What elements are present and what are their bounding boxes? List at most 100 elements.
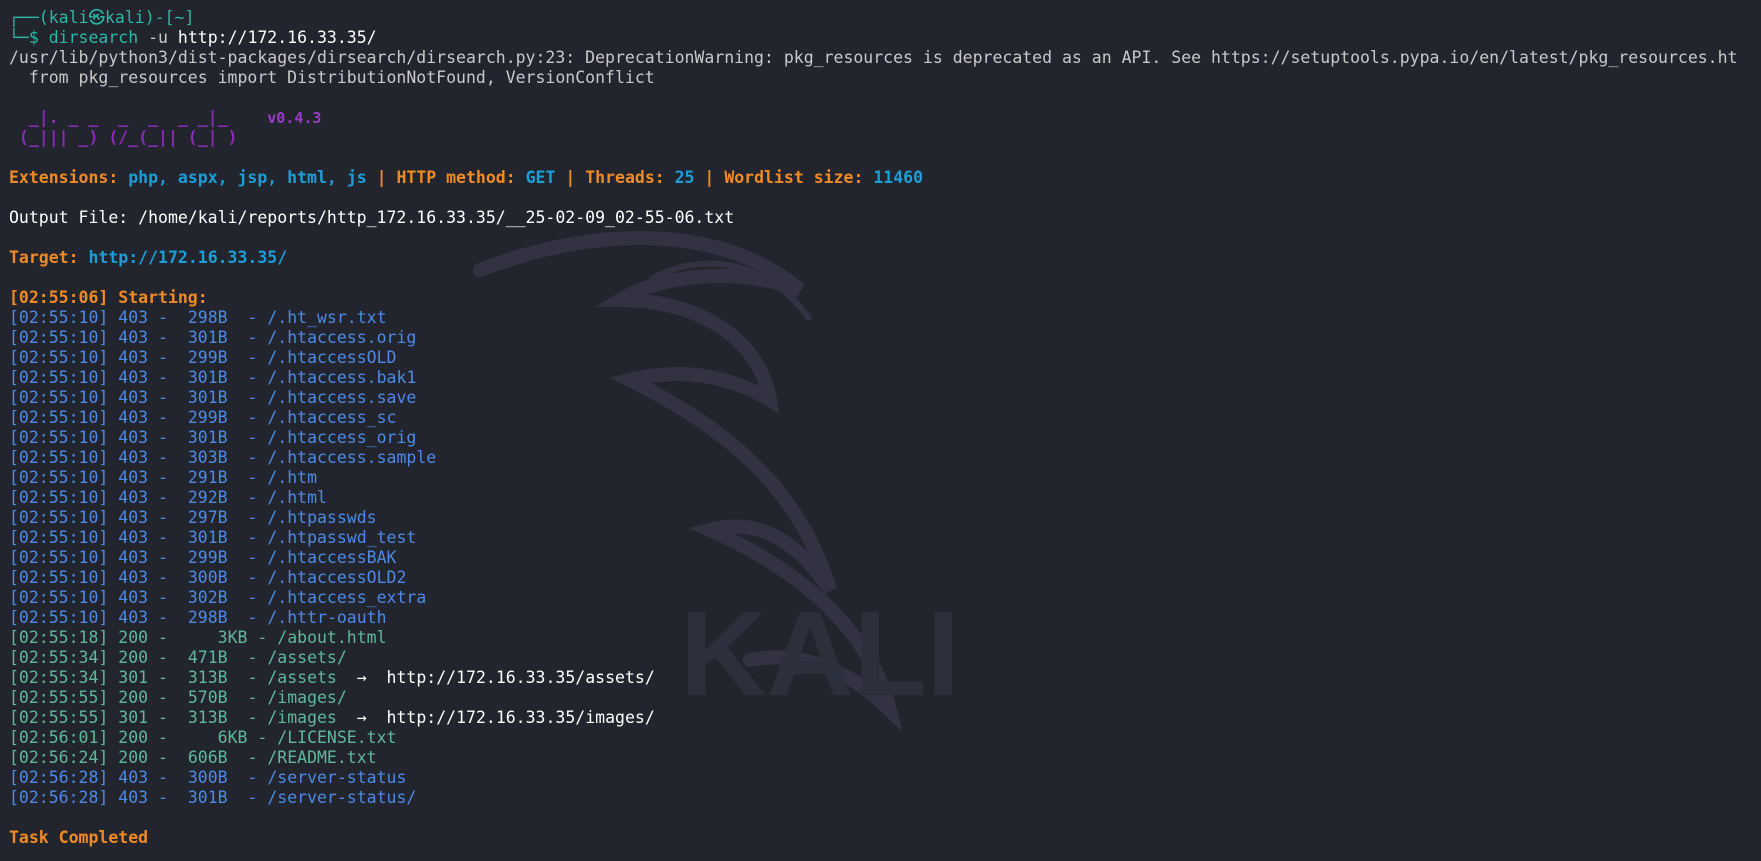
result-dash: - (148, 348, 188, 367)
result-size: 301B (187, 528, 238, 547)
result-time: [02:56:24] (9, 748, 109, 767)
result-size: 299B (187, 548, 238, 567)
result-dash: - (237, 308, 268, 327)
result-dash: - (237, 328, 268, 347)
result-row: [02:55:10] 403 - 299B - /.htaccess_sc (9, 408, 1761, 428)
result-row: [02:55:10] 403 - 301B - /.htaccess.save (9, 388, 1761, 408)
result-row: [02:55:10] 403 - 301B - /.htpasswd_test (9, 528, 1761, 548)
result-time: [02:55:10] (9, 608, 109, 627)
result-dash: - (237, 708, 268, 727)
result-size: 301B (187, 368, 238, 387)
result-time: [02:55:34] (9, 668, 109, 687)
result-dash: - (148, 468, 188, 487)
result-size: 313B (187, 708, 238, 727)
result-status-code: 403 (118, 528, 149, 547)
result-time: [02:55:10] (9, 468, 109, 487)
result-time: [02:55:10] (9, 428, 109, 447)
result-size: 606B (187, 748, 238, 767)
result-time: [02:55:10] (9, 368, 109, 387)
result-row: [02:55:10] 403 - 301B - /.htaccess.orig (9, 328, 1761, 348)
prompt-dollar: └─$ (9, 28, 39, 47)
result-status-code: 301 (118, 668, 149, 687)
result-dash: - (247, 728, 278, 747)
result-dash: - (237, 528, 268, 547)
result-time: [02:55:10] (9, 308, 109, 327)
config-line: Extensions: php, aspx, jsp, html, js | H… (9, 168, 923, 187)
result-time: [02:55:10] (9, 528, 109, 547)
result-row: [02:55:10] 403 - 303B - /.htaccess.sampl… (9, 448, 1761, 468)
wordlist-value: 11460 (873, 168, 923, 187)
result-dash: - (148, 488, 188, 507)
result-time: [02:55:10] (9, 588, 109, 607)
starting-line: [02:55:06] Starting: (9, 288, 218, 307)
result-path: /.htaccess_extra (267, 588, 427, 607)
result-dash: - (148, 768, 188, 787)
terminal-output[interactable]: ┌──(kali㉿kali)-[~] └─$ dirsearch -u http… (9, 8, 1761, 861)
result-dash: - (148, 448, 188, 467)
result-dash: - (237, 348, 268, 367)
result-path: /server-status (267, 768, 407, 787)
result-dash: - (237, 388, 268, 407)
method-value: GET (525, 168, 556, 187)
result-row: [02:56:28] 403 - 300B - /server-status (9, 768, 1761, 788)
result-redirect: http://172.16.33.35/images/ (386, 708, 655, 727)
result-row: [02:56:01] 200 - 6KB - /LICENSE.txt (9, 728, 1761, 748)
result-time: [02:56:28] (9, 788, 109, 807)
result-row: [02:55:10] 403 - 300B - /.htaccessOLD2 (9, 568, 1761, 588)
result-dash: - (247, 628, 278, 647)
result-row: [02:55:10] 403 - 298B - /.ht_wsr.txt (9, 308, 1761, 328)
result-path: /.htaccessBAK (267, 548, 397, 567)
result-dash: - (237, 748, 268, 767)
prompt-line-2: └─$ dirsearch -u http://172.16.33.35/ (9, 28, 1761, 48)
result-dash: - (148, 628, 188, 647)
result-dash: - (148, 668, 188, 687)
result-status-code: 403 (118, 348, 149, 367)
result-dash: - (237, 428, 268, 447)
result-dash: - (237, 648, 268, 667)
result-time: [02:55:10] (9, 388, 109, 407)
result-size: 297B (187, 508, 238, 527)
result-dash: - (237, 668, 268, 687)
result-size: 301B (187, 328, 238, 347)
result-row: [02:55:18] 200 - 3KB - /about.html (9, 628, 1761, 648)
result-dash: - (148, 408, 188, 427)
result-size: 303B (187, 448, 238, 467)
result-dash: - (148, 608, 188, 627)
result-time: [02:55:10] (9, 548, 109, 567)
command-url: http://172.16.33.35/ (167, 28, 377, 47)
result-path: /.htaccess.save (267, 388, 417, 407)
result-time: [02:55:10] (9, 508, 109, 527)
result-dash: - (148, 388, 188, 407)
result-row: [02:55:10] 403 - 299B - /.htaccessOLD (9, 348, 1761, 368)
threads-label: Threads: (585, 168, 675, 187)
result-size: 291B (187, 468, 238, 487)
result-row: [02:55:34] 200 - 471B - /assets/ (9, 648, 1761, 668)
result-path: /.httr-oauth (267, 608, 387, 627)
result-row: [02:55:10] 403 - 301B - /.htaccess_orig (9, 428, 1761, 448)
result-status-code: 403 (118, 568, 149, 587)
warning-line-2: from pkg_resources import DistributionNo… (9, 68, 655, 87)
result-size: 471B (187, 648, 238, 667)
result-dash: - (148, 548, 188, 567)
result-path: /.htaccess.bak1 (267, 368, 417, 387)
result-status-code: 403 (118, 608, 149, 627)
command-flag: -u (138, 28, 168, 47)
result-path: /.html (267, 488, 327, 507)
threads-value: 25 (674, 168, 695, 187)
result-dash: - (148, 368, 188, 387)
result-path: /assets (267, 668, 337, 687)
result-path: /.htaccess_orig (267, 428, 417, 447)
result-time: [02:55:34] (9, 648, 109, 667)
result-path: /LICENSE.txt (277, 728, 397, 747)
result-dash: - (148, 508, 188, 527)
result-dash: - (148, 308, 188, 327)
result-dash: - (237, 508, 268, 527)
result-time: [02:55:55] (9, 708, 109, 727)
result-status-code: 403 (118, 588, 149, 607)
result-path: /.htaccess.orig (267, 328, 417, 347)
redirect-arrow: → (336, 708, 387, 727)
result-dash: - (148, 648, 188, 667)
result-status-code: 200 (118, 648, 149, 667)
result-size: 300B (187, 568, 238, 587)
result-dash: - (237, 788, 268, 807)
